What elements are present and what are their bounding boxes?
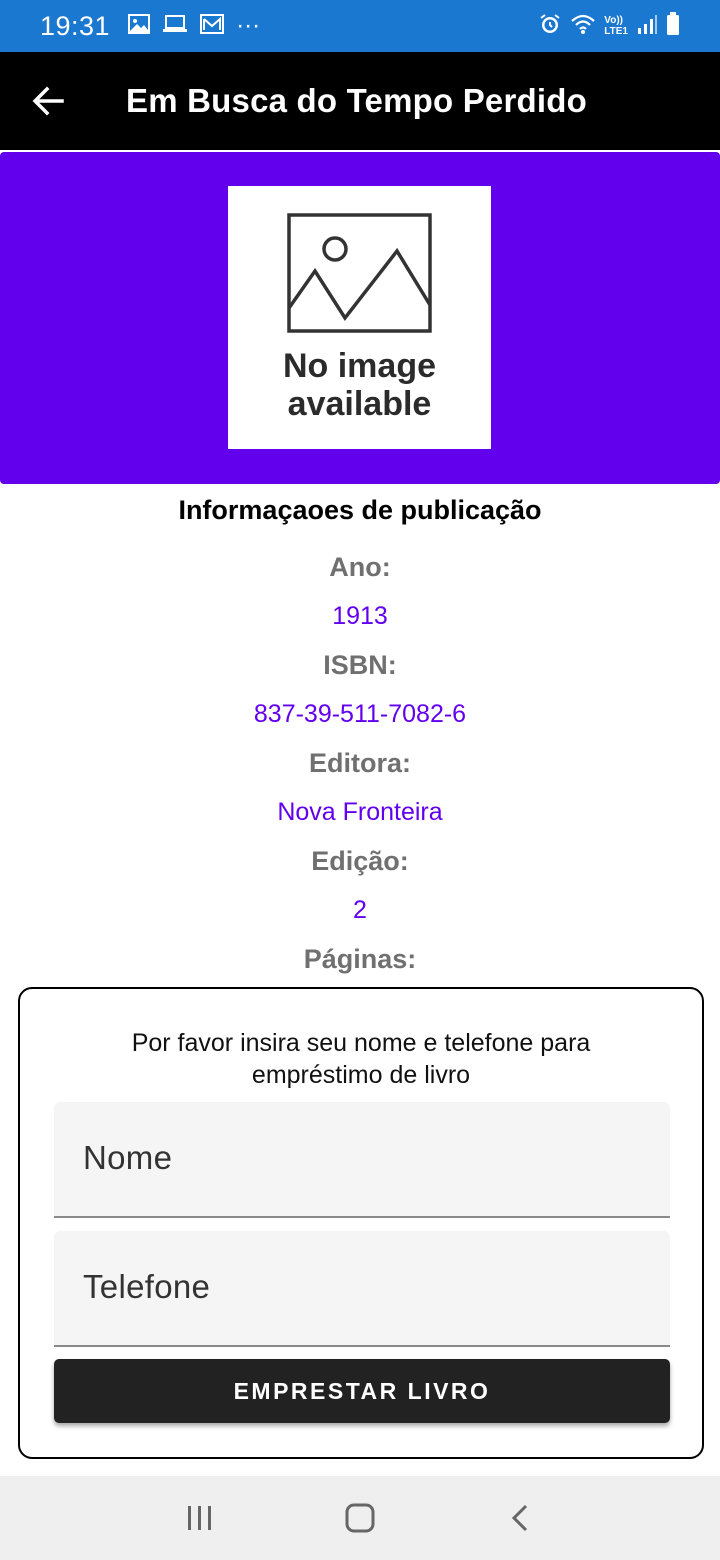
phone-field[interactable]: Telefone (54, 1231, 670, 1347)
publication-fields: Ano: 1913 ISBN: 837-39-511-7082-6 Editor… (0, 543, 720, 984)
loan-dialog: Por favor insira seu nome e telefone par… (18, 987, 704, 1459)
name-placeholder: Nome (83, 1139, 173, 1176)
battery-icon (666, 11, 680, 41)
phone-placeholder: Telefone (83, 1268, 211, 1305)
home-icon (345, 1503, 375, 1533)
isbn-label: ISBN: (323, 650, 397, 680)
edition-value: 2 (353, 896, 367, 924)
status-bar: 19:31 ··· Vo)) LTE1 (0, 0, 720, 52)
image-icon (128, 13, 151, 39)
image-placeholder-icon (287, 213, 432, 333)
page-title: Em Busca do Tempo Perdido (126, 82, 587, 119)
edition-label: Edição: (311, 846, 409, 876)
back-button[interactable] (18, 71, 78, 131)
signal-icon (636, 13, 658, 40)
alarm-icon (538, 12, 562, 41)
publication-info: Informaçaoes de publicação Ano: 1913 ISB… (0, 484, 720, 984)
no-image-text: No image available (282, 347, 437, 423)
laptop-icon (162, 14, 188, 39)
loan-prompt: Por favor insira seu nome e telefone par… (131, 1029, 591, 1089)
pages-label: Páginas: (303, 944, 417, 974)
publication-heading: Informaçaoes de publicação (178, 495, 542, 525)
back-nav-icon (511, 1504, 528, 1532)
wifi-icon (570, 13, 596, 40)
year-value: 1913 (332, 602, 388, 630)
mail-icon (200, 13, 225, 39)
lend-book-button[interactable]: EMPRESTAR LIVRO (54, 1359, 670, 1423)
book-cover-area: No image available (0, 152, 720, 484)
arrow-back-icon (32, 86, 64, 116)
recents-icon (188, 1506, 211, 1530)
app-bar: Em Busca do Tempo Perdido (0, 52, 720, 150)
isbn-value: 837-39-511-7082-6 (253, 700, 467, 728)
recent-apps-button[interactable] (170, 1488, 230, 1548)
status-time: 19:31 (40, 10, 111, 41)
year-label: Ano: (329, 552, 391, 582)
back-nav-button[interactable] (490, 1488, 550, 1548)
publisher-label: Editora: (308, 748, 411, 778)
publisher-value: Nova Fronteira (277, 798, 443, 826)
system-icons: Vo)) LTE1 (538, 11, 680, 41)
system-nav-bar (0, 1476, 720, 1560)
notification-icons: ··· (128, 12, 260, 40)
more-dots-icon: ··· (236, 12, 261, 39)
volte-icon: Vo)) LTE1 (604, 15, 628, 37)
home-button[interactable] (330, 1488, 390, 1548)
name-field[interactable]: Nome (54, 1102, 670, 1218)
no-image-placeholder: No image available (228, 186, 491, 449)
